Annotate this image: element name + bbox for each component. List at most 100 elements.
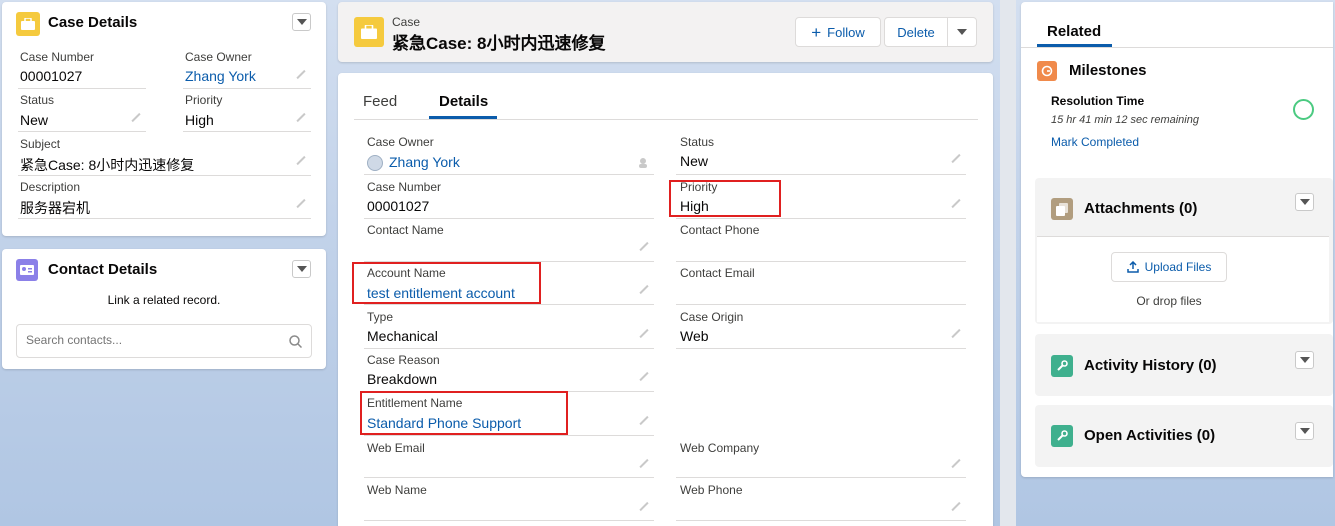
edit-pencil-icon[interactable] — [295, 156, 307, 168]
edit-pencil-icon[interactable] — [638, 285, 650, 297]
upload-files-button[interactable]: Upload Files — [1111, 252, 1227, 282]
attachments-title: Attachments (0) — [1084, 200, 1198, 217]
divider — [676, 477, 966, 478]
panel-gutter — [1000, 0, 1016, 526]
object-label: Case — [392, 15, 421, 29]
upload-icon — [1126, 261, 1139, 273]
case-owner-link[interactable]: Zhang York — [185, 68, 256, 84]
edit-pencil-icon[interactable] — [638, 416, 650, 428]
case-number-value: 00001027 — [20, 68, 83, 84]
wrench-icon — [1051, 355, 1073, 377]
case-reason-value: Breakdown — [367, 371, 438, 387]
chevron-down-icon — [1299, 199, 1310, 205]
edit-pencil-icon[interactable] — [950, 329, 962, 341]
delete-label: Delete — [897, 24, 935, 40]
case-details-title: Case Details — [48, 14, 138, 31]
description-value: 服务器宕机 — [20, 200, 90, 216]
search-icon — [289, 335, 302, 348]
milestone-icon — [1037, 61, 1057, 81]
follow-button[interactable]: + Follow — [795, 17, 881, 47]
divider — [18, 88, 146, 89]
record-title: 紧急Case: 8小时内迅速修复 — [392, 34, 606, 53]
status-value: New — [20, 112, 49, 128]
subject-value: 紧急Case: 8小时内迅速修复 — [20, 157, 195, 173]
edit-pencil-icon[interactable] — [950, 199, 962, 211]
search-contacts-input[interactable] — [26, 333, 276, 347]
tab-details[interactable]: Details — [439, 93, 488, 110]
upload-files-label: Upload Files — [1144, 260, 1212, 274]
divider — [676, 304, 966, 305]
more-actions-button[interactable] — [947, 17, 977, 47]
case-owner-label: Case Owner — [185, 50, 252, 64]
activity-history-menu-button[interactable] — [1295, 351, 1314, 369]
related-panel: Related Milestones Resolution Time 15 hr… — [1021, 2, 1333, 477]
open-activities-card[interactable]: Open Activities (0) — [1035, 405, 1333, 467]
follow-label: Follow — [827, 24, 865, 40]
status-label: Status — [680, 135, 715, 149]
contact-details-title: Contact Details — [48, 261, 158, 278]
edit-pencil-icon[interactable] — [130, 113, 142, 125]
divider — [676, 520, 966, 521]
mark-completed-link[interactable]: Mark Completed — [1051, 135, 1139, 149]
contact-name-label: Contact Name — [367, 223, 444, 237]
divider — [676, 174, 966, 175]
edit-pencil-icon[interactable] — [638, 372, 650, 384]
web-company-label: Web Company — [680, 441, 760, 455]
case-number-label: Case Number — [367, 180, 442, 194]
web-email-label: Web Email — [367, 441, 425, 455]
highlight-box-account — [352, 262, 541, 304]
highlight-box-priority — [669, 180, 781, 217]
edit-pencil-icon[interactable] — [638, 502, 650, 514]
edit-pencil-icon[interactable] — [295, 70, 307, 82]
divider — [18, 131, 146, 132]
record-header: Case 紧急Case: 8小时内迅速修复 + Follow Delete — [338, 2, 993, 62]
activity-history-title: Activity History (0) — [1084, 357, 1217, 374]
case-details-menu-button[interactable] — [292, 13, 311, 31]
edit-pencil-icon[interactable] — [295, 199, 307, 211]
attachments-menu-button[interactable] — [1295, 193, 1314, 211]
case-icon — [354, 17, 384, 47]
tabs-divider — [1021, 47, 1333, 48]
file-drop-zone[interactable]: Upload Files Or drop files — [1037, 236, 1329, 322]
divider — [364, 218, 654, 219]
edit-pencil-icon[interactable] — [950, 502, 962, 514]
delete-button[interactable]: Delete — [884, 17, 948, 47]
edit-pencil-icon[interactable] — [638, 242, 650, 254]
edit-pencil-icon[interactable] — [638, 459, 650, 471]
link-related-record-text: Link a related record. — [107, 293, 221, 307]
edit-pencil-icon[interactable] — [950, 459, 962, 471]
search-contacts-field[interactable] — [16, 324, 312, 358]
milestone-name: Resolution Time — [1051, 94, 1145, 108]
chevron-down-icon — [296, 19, 307, 25]
divider — [676, 348, 966, 349]
case-reason-label: Case Reason — [367, 353, 440, 367]
priority-label: Priority — [185, 93, 223, 107]
divider — [364, 348, 654, 349]
priority-value: High — [185, 112, 214, 128]
divider — [183, 88, 311, 89]
description-label: Description — [20, 180, 81, 194]
chevron-down-icon — [957, 29, 967, 35]
owner-link[interactable]: Zhang York — [389, 154, 460, 170]
contact-details-menu-button[interactable] — [292, 260, 311, 278]
change-owner-icon[interactable] — [638, 157, 650, 169]
divider — [18, 218, 311, 219]
open-activities-menu-button[interactable] — [1295, 422, 1314, 440]
divider — [364, 477, 654, 478]
activity-history-card[interactable]: Activity History (0) — [1035, 334, 1333, 396]
divider — [364, 174, 654, 175]
attachment-icon — [1051, 198, 1073, 220]
type-value: Mechanical — [367, 328, 438, 344]
status-label: Status — [20, 93, 55, 107]
divider — [364, 520, 654, 521]
edit-pencil-icon[interactable] — [638, 329, 650, 341]
type-label: Type — [367, 310, 394, 324]
tab-feed[interactable]: Feed — [363, 93, 397, 110]
tab-related[interactable]: Related — [1047, 23, 1101, 40]
edit-pencil-icon[interactable] — [950, 154, 962, 166]
edit-pencil-icon[interactable] — [295, 113, 307, 125]
milestone-remaining: 15 hr 41 min 12 sec remaining — [1051, 114, 1199, 126]
plus-icon: + — [811, 22, 822, 42]
divider — [676, 261, 966, 262]
case-details-card: Case Details Case Number 00001027 Case O… — [2, 2, 326, 236]
